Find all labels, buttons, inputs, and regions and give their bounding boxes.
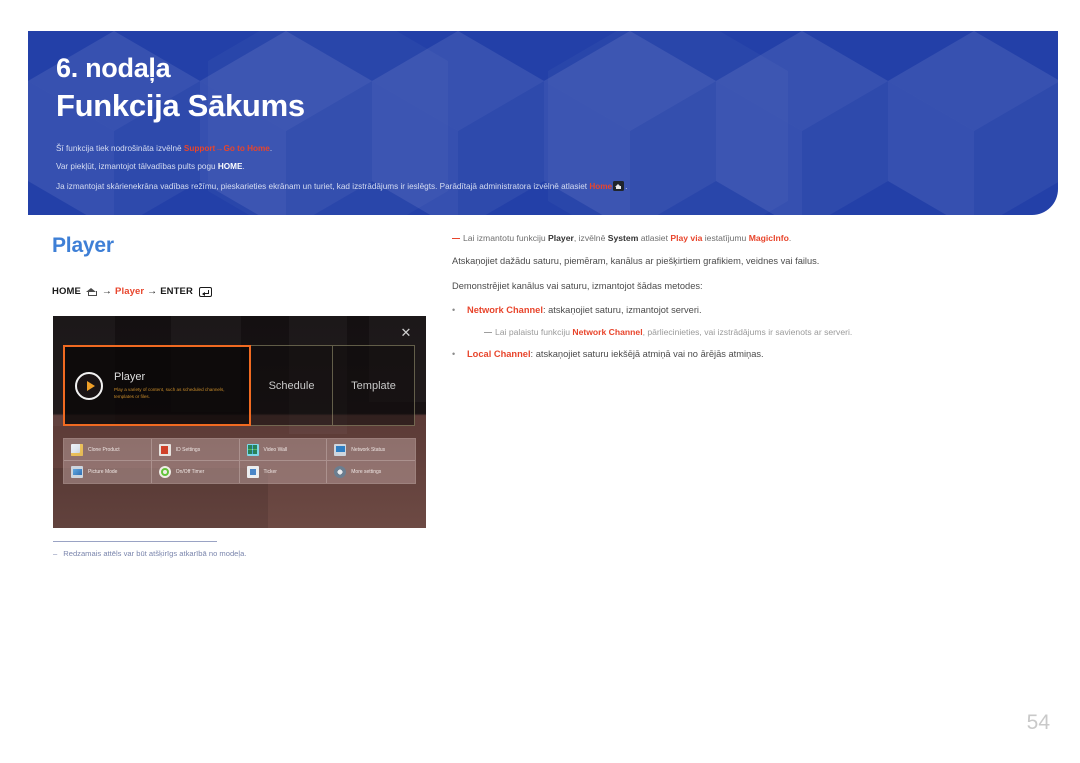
subnote1-post: , pārliecinieties, vai izstrādājums ir s… (642, 326, 853, 337)
breadcrumb-arrow-1: → (101, 286, 113, 297)
breadcrumb: HOME → Player → ENTER (52, 286, 432, 297)
banner-line-1: Šī funkcija tiek nodrošināta izvēlnē Sup… (56, 144, 1058, 154)
home-outline-icon (85, 287, 98, 297)
tile-player-description: Play a variety of content, such as sched… (114, 386, 225, 400)
subnote1-pre: Lai palaistu funkciju (495, 326, 573, 337)
banner-line1-gotohome: Go to Home (223, 144, 270, 154)
note-dash-icon (452, 238, 460, 240)
banner-line1-post: . (269, 144, 273, 154)
grid-label-network-status: Network Status (351, 446, 386, 453)
grid-item-more-settings[interactable]: More settings (327, 461, 415, 483)
bullet-dot-icon-2: • (452, 349, 456, 360)
subnote1-term: Network Channel (572, 326, 643, 337)
banner-line2-home-key: HOME (217, 162, 243, 172)
banner-line2-post: . (242, 162, 245, 172)
body-line-2: Demonstrējiet kanālus vai saturu, izmant… (452, 280, 703, 291)
caption-divider (53, 541, 217, 542)
grid-label-on-off-timer: On/Off Timer (175, 469, 205, 475)
tile-player[interactable]: Player Play a variety of content, such a… (63, 345, 251, 426)
breadcrumb-home-label: HOME (52, 286, 81, 297)
grid-label-clone-product: Clone Product (88, 446, 120, 453)
on-off-timer-icon (158, 466, 171, 478)
right-column: Lai izmantotu funkciju Player, izvēlnē S… (452, 233, 1052, 372)
video-wall-icon (246, 443, 259, 456)
settings-icon-grid: Clone Product ID Settings Video Wall Net… (63, 438, 416, 484)
bullet-network-channel: • Network Channel: atskaņojiet saturu, i… (452, 305, 1052, 316)
grid-label-more-settings: More settings (351, 469, 382, 475)
grid-item-clone-product[interactable]: Clone Product (64, 439, 152, 461)
network-status-icon (334, 443, 347, 456)
grid-item-ticker[interactable]: Ticker (239, 461, 328, 483)
subnote-network-channel: Lai palaistu funkciju Network Channel, p… (484, 326, 1052, 337)
grid-label-id-settings: ID Settings (175, 446, 201, 453)
grid-item-network-status[interactable]: Network Status (327, 439, 415, 461)
banner-line2-pre: Var piekļūt, izmantojot tālvadības pults… (56, 162, 218, 172)
screenshot-caption-block: – Redzamais attēls var būt atšķirīgs atk… (53, 541, 393, 558)
note1-mid1: , izvēlnē (573, 233, 608, 243)
note1-post: . (788, 233, 792, 243)
id-settings-icon (158, 443, 171, 456)
tile-schedule[interactable]: Schedule (251, 345, 333, 426)
tile-template[interactable]: Template (333, 345, 415, 426)
chapter-title: Funkcija Sākums (56, 87, 305, 123)
breadcrumb-player: Player (115, 286, 145, 297)
banner-line-3: Ja izmantojat skārienekrāna vadības režī… (56, 181, 1058, 192)
note1-mid2: atlasiet (638, 233, 671, 243)
note1-system: System (607, 233, 639, 243)
banner-line3-post: . (625, 182, 628, 192)
banner-line-2: Var piekļūt, izmantojot tālvadības pults… (56, 163, 1058, 171)
tile-schedule-label: Schedule (268, 379, 315, 392)
grid-label-video-wall: Video Wall (263, 446, 288, 453)
home-menu-tiles: Player Play a variety of content, such a… (63, 345, 416, 426)
picture-mode-icon (71, 466, 83, 478)
banner-line3-pre: Ja izmantojat skārienekrāna vadības režī… (56, 182, 590, 192)
tile-player-name: Player (114, 370, 146, 383)
grid-label-ticker: Ticker (263, 469, 277, 475)
clone-product-icon (71, 443, 83, 456)
play-circle-icon (75, 371, 103, 400)
close-icon[interactable]: ✕ (398, 325, 414, 341)
caption-dash: – (53, 549, 58, 558)
caption-text: Redzamais attēls var būt atšķirīgs atkar… (63, 549, 247, 558)
note1-player: Player (548, 233, 574, 243)
banner-line3-home: Home (589, 182, 613, 192)
bullet-local-channel: • Local Channel: atskaņojiet saturu iekš… (452, 349, 1052, 360)
body-line-1: Atskaņojiet dažādu saturu, piemēram, kan… (452, 256, 820, 267)
banner-description: Šī funkcija tiek nodrošināta izvēlnē Sup… (56, 144, 1058, 192)
home-icon (613, 181, 625, 192)
banner-line1-support: Support (183, 144, 216, 154)
screenshot-caption: – Redzamais attēls var būt atšķirīgs atk… (53, 549, 393, 558)
grid-item-id-settings[interactable]: ID Settings (151, 439, 240, 461)
breadcrumb-arrow-2: → (147, 286, 158, 297)
note-play-via: Lai izmantotu funkciju Player, izvēlnē S… (452, 233, 1052, 243)
note1-play-via: Play via (670, 233, 703, 243)
tile-template-label: Template (351, 379, 396, 392)
note1-pre: Lai izmantotu funkciju (463, 233, 549, 243)
bullet1-text: : atskaņojiet saturu, izmantojot serveri… (542, 304, 702, 315)
bullet1-term: Network Channel (467, 304, 543, 315)
bullet-dot-icon: • (452, 304, 456, 315)
chapter-banner: 6. nodaļa Funkcija Sākums Šī funkcija ti… (28, 31, 1058, 215)
note1-magicinfo: MagicInfo (748, 233, 789, 243)
product-screenshot: ✕ Player Play a variety of content, such… (53, 316, 426, 528)
page-number: 54 (1026, 711, 1050, 734)
breadcrumb-enter-label: ENTER (160, 286, 193, 297)
enter-key-icon (198, 286, 212, 297)
bullet2-text: : atskaņojiet saturu iekšējā atmiņā vai … (530, 349, 764, 360)
chapter-number: 6. nodaļa (56, 53, 171, 83)
more-settings-icon (334, 466, 347, 478)
ticker-icon (246, 466, 259, 478)
note1-mid3: iestatījumu (702, 233, 749, 243)
banner-line1-pre: Šī funkcija tiek nodrošināta izvēlnē (56, 144, 184, 154)
grid-item-video-wall[interactable]: Video Wall (239, 439, 328, 461)
grid-item-on-off-timer[interactable]: On/Off Timer (151, 461, 240, 483)
grid-item-picture-mode[interactable]: Picture Mode (64, 461, 152, 483)
subnote-dash-icon (484, 331, 492, 334)
left-column: Player HOME → Player → ENTER (52, 234, 432, 297)
bullet2-term: Local Channel (467, 349, 531, 360)
page-title: Player (52, 234, 114, 257)
grid-label-picture-mode: Picture Mode (88, 469, 118, 475)
